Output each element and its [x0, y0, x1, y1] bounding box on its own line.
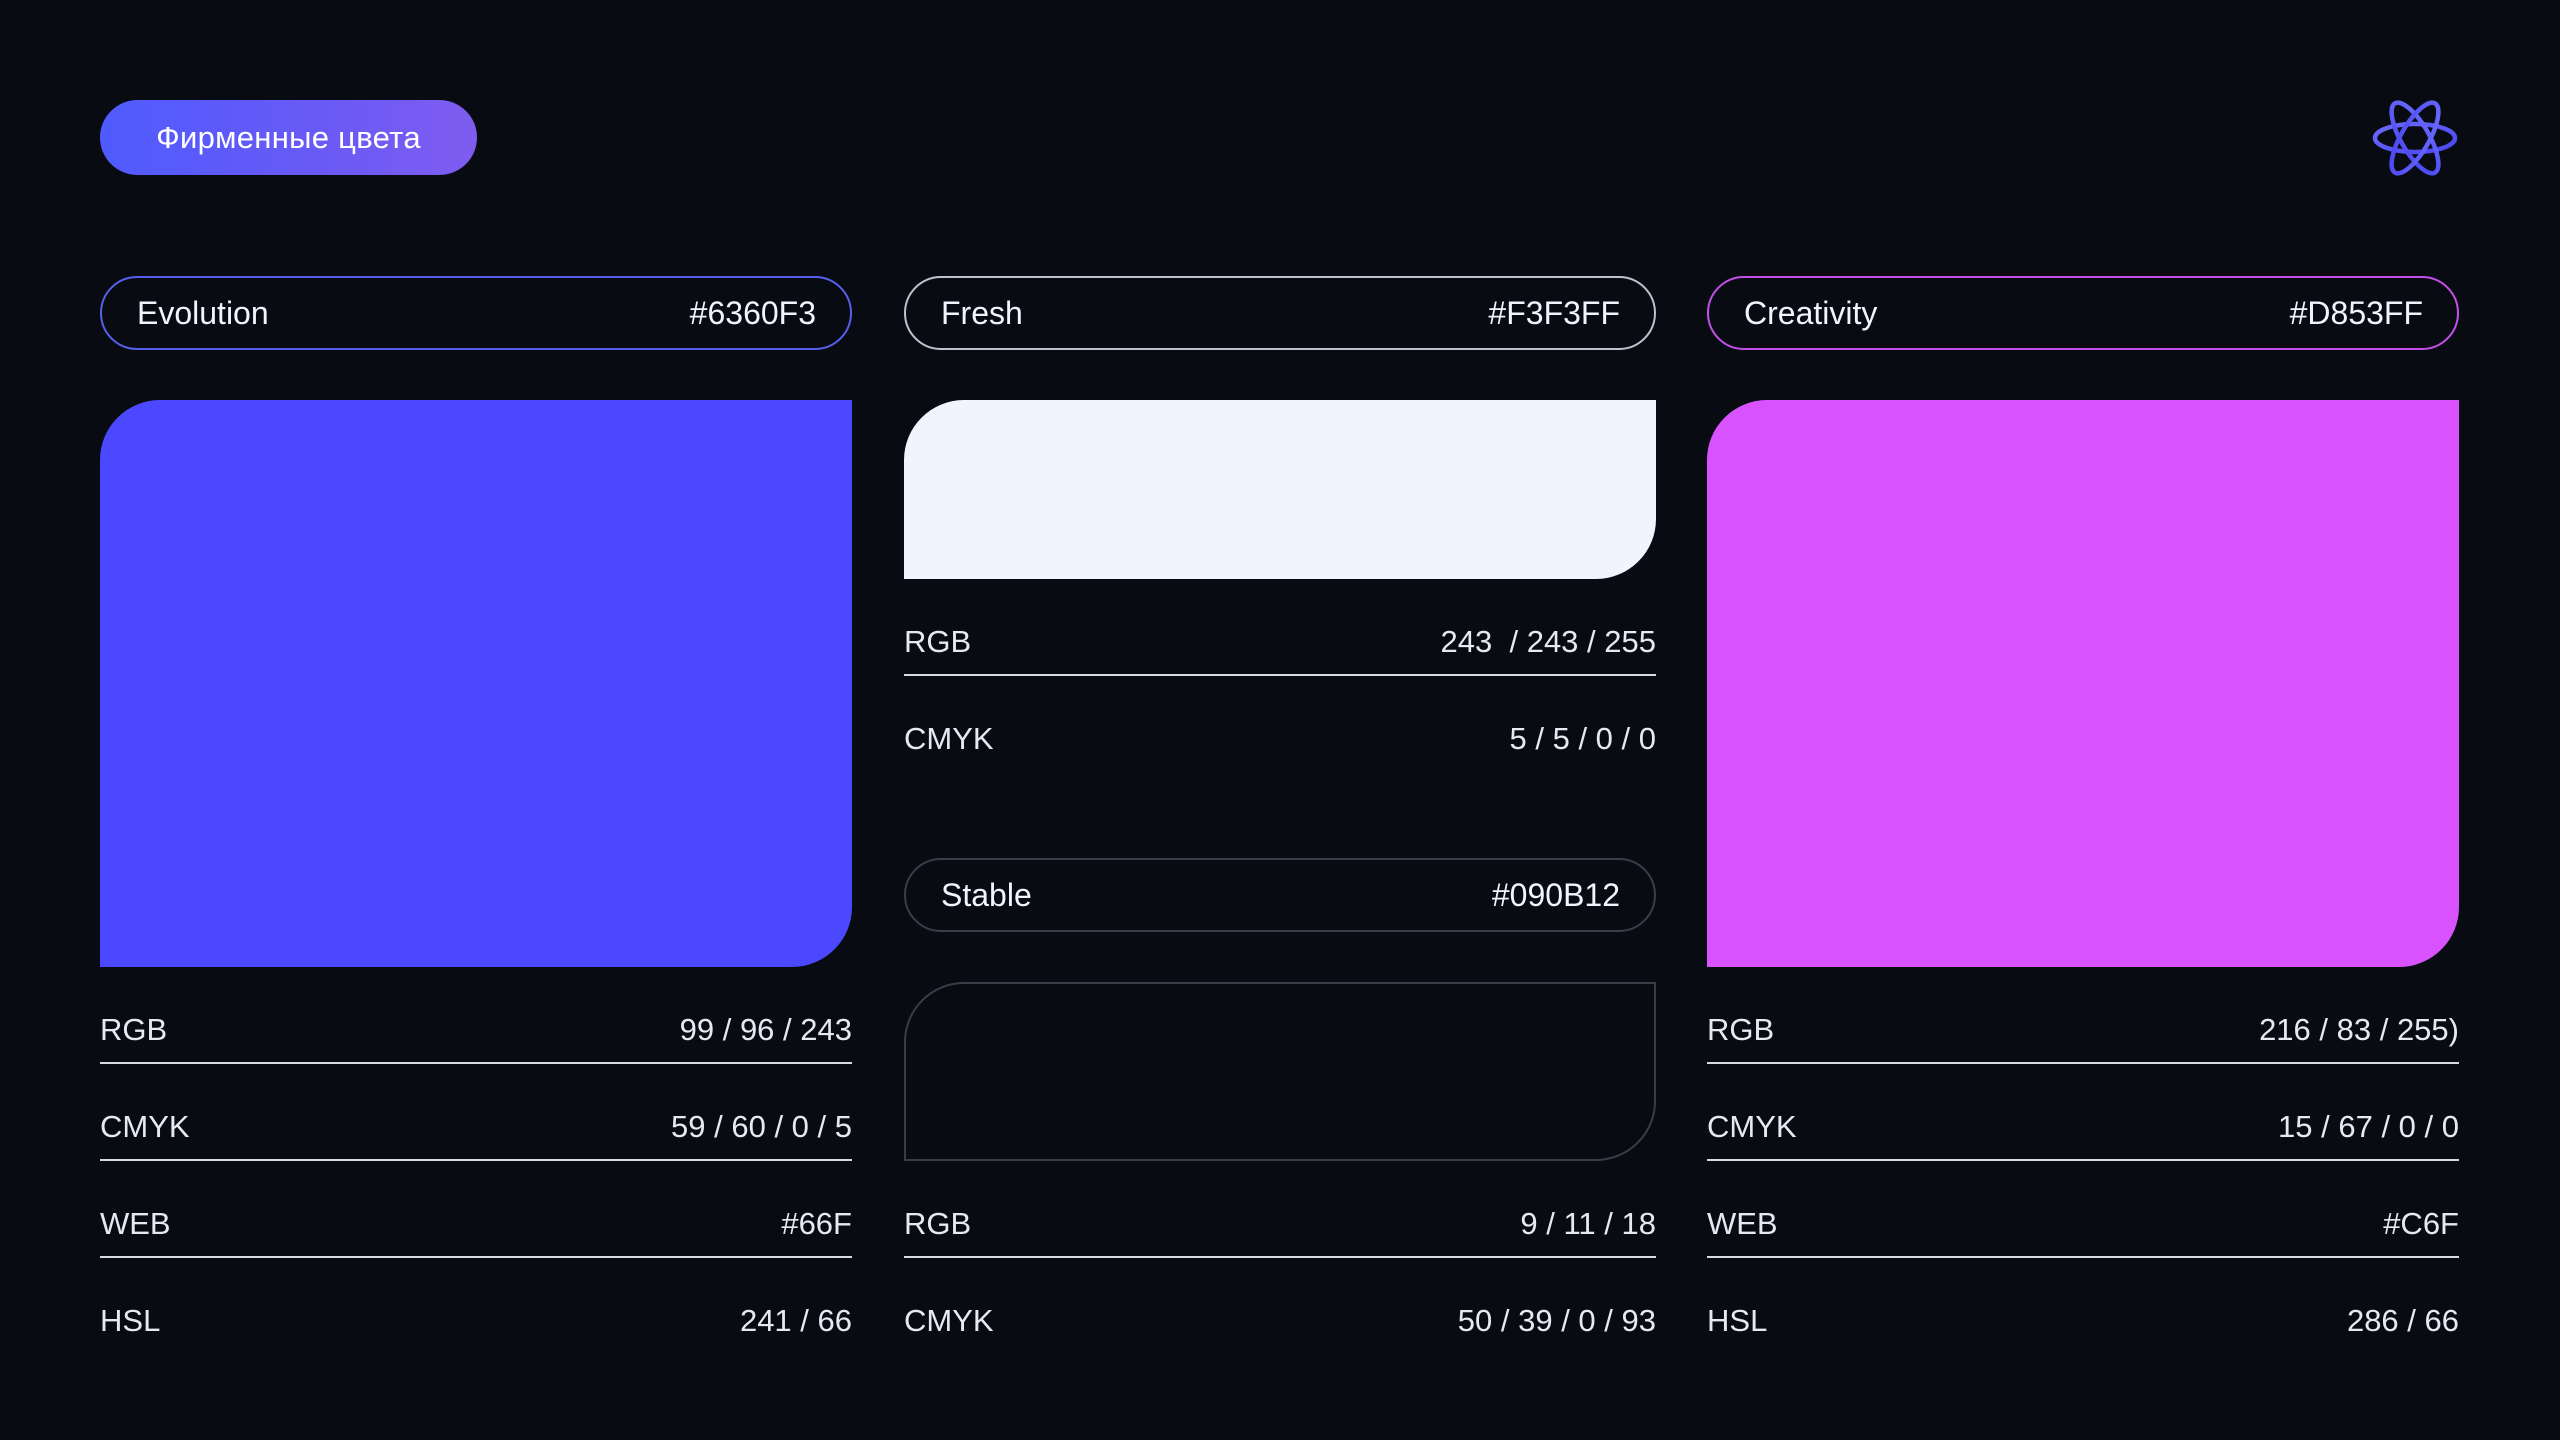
color-name-pill: Stable #090B12	[904, 858, 1656, 932]
color-name: Creativity	[1744, 294, 1878, 331]
color-swatch	[904, 982, 1656, 1161]
color-name-pill: Creativity #D853FF	[1707, 276, 2459, 350]
spec-label: RGB	[1707, 1011, 1775, 1047]
color-hex: #6360F3	[689, 294, 816, 331]
spec-row-hsl: HSL 241 / 66	[100, 1258, 852, 1355]
spec-label: CMYK	[904, 720, 994, 756]
spec-label: RGB	[904, 623, 972, 659]
spec-row-hsl: HSL 286 / 66	[1707, 1258, 2459, 1355]
color-hex: #D853FF	[2289, 294, 2423, 331]
color-card-stable: Stable #090B12 RGB 9 / 11 / 18 CMYK 50 /…	[904, 858, 1656, 1355]
spec-label: HSL	[100, 1302, 161, 1338]
spec-row-rgb: RGB 9 / 11 / 18	[904, 1161, 1656, 1258]
spec-row-rgb: RGB 216 / 83 / 255)	[1707, 967, 2459, 1064]
color-name-pill: Evolution #6360F3	[100, 276, 852, 350]
color-swatch	[904, 400, 1656, 579]
color-hex: #F3F3FF	[1488, 294, 1620, 331]
color-swatch	[100, 400, 852, 967]
color-name: Evolution	[137, 294, 269, 331]
spec-label: HSL	[1707, 1302, 1768, 1338]
page-title: Фирменные цвета	[100, 100, 477, 175]
color-name: Fresh	[941, 294, 1023, 331]
spec-value: 243 / 243 / 255	[1440, 623, 1656, 659]
spec-value: 59 / 60 / 0 / 5	[671, 1108, 852, 1144]
spec-value: #66F	[781, 1205, 852, 1241]
spec-row-web: WEB #66F	[100, 1161, 852, 1258]
brand-colors-slide: Фирменные цвета Evolution #6360F3 RGB 99…	[0, 0, 2560, 1440]
color-hex: #090B12	[1491, 876, 1620, 913]
spec-label: RGB	[100, 1011, 168, 1047]
spec-value: 286 / 66	[2346, 1302, 2459, 1338]
spec-label: RGB	[904, 1205, 972, 1241]
color-card-fresh: Fresh #F3F3FF RGB 243 / 243 / 255 CMYK 5…	[904, 276, 1656, 773]
spec-row-rgb: RGB 99 / 96 / 243	[100, 967, 852, 1064]
spec-value: #C6F	[2383, 1205, 2459, 1241]
spec-value: 99 / 96 / 243	[679, 1011, 852, 1047]
spec-value: 50 / 39 / 0 / 93	[1457, 1302, 1656, 1338]
color-swatch	[1707, 400, 2459, 967]
spec-label: WEB	[1707, 1205, 1778, 1241]
color-card-creativity: Creativity #D853FF RGB 216 / 83 / 255) C…	[1707, 276, 2459, 1355]
page-title-text: Фирменные цвета	[156, 119, 421, 155]
spec-row-rgb: RGB 243 / 243 / 255	[904, 579, 1656, 676]
color-name-pill: Fresh #F3F3FF	[904, 276, 1656, 350]
spec-value: 9 / 11 / 18	[1520, 1205, 1656, 1241]
spec-row-cmyk: CMYK 5 / 5 / 0 / 0	[904, 676, 1656, 773]
spec-label: CMYK	[1707, 1108, 1797, 1144]
spec-row-cmyk: CMYK 15 / 67 / 0 / 0	[1707, 1064, 2459, 1161]
spec-row-cmyk: CMYK 50 / 39 / 0 / 93	[904, 1258, 1656, 1355]
spec-value: 216 / 83 / 255)	[2259, 1011, 2459, 1047]
spec-value: 241 / 66	[739, 1302, 852, 1338]
color-card-evolution: Evolution #6360F3 RGB 99 / 96 / 243 CMYK…	[100, 276, 852, 1355]
spec-value: 5 / 5 / 0 / 0	[1509, 720, 1656, 756]
spec-row-web: WEB #C6F	[1707, 1161, 2459, 1258]
spec-row-cmyk: CMYK 59 / 60 / 0 / 5	[100, 1064, 852, 1161]
spec-label: WEB	[100, 1205, 171, 1241]
spec-label: CMYK	[100, 1108, 190, 1144]
atom-icon	[2372, 100, 2458, 176]
spec-value: 15 / 67 / 0 / 0	[2278, 1108, 2459, 1144]
color-name: Stable	[941, 876, 1032, 913]
spec-label: CMYK	[904, 1302, 994, 1338]
